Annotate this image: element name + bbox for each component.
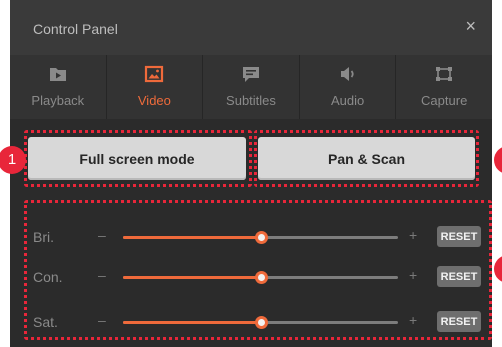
minus-icon[interactable]: – [98, 267, 106, 283]
brightness-reset-button[interactable]: RESET [437, 226, 481, 247]
slider-fill [123, 321, 261, 324]
contrast-reset-button[interactable]: RESET [437, 266, 481, 287]
saturation-row: Sat. – + RESET [33, 308, 489, 336]
slider-fill [123, 276, 261, 279]
speech-bubble-icon [242, 67, 259, 82]
tab-label: Audio [330, 93, 365, 108]
contrast-label: Con. [33, 269, 63, 285]
slider-thumb[interactable] [254, 316, 268, 329]
slider-fill [123, 236, 261, 239]
tab-label: Capture [421, 93, 468, 108]
speaker-icon [340, 67, 354, 81]
tab-audio[interactable]: Audio [298, 55, 396, 119]
contrast-row: Con. – + RESET [33, 263, 489, 291]
brightness-label: Bri. [33, 229, 54, 245]
plus-icon[interactable]: + [409, 227, 417, 243]
tab-label: Subtitles [226, 93, 276, 108]
pan-and-scan-button[interactable]: Pan & Scan [258, 137, 475, 180]
annotation-badge-3: 3 [494, 255, 502, 283]
saturation-slider[interactable] [123, 316, 398, 329]
tab-video[interactable]: Video [105, 55, 203, 119]
plus-icon[interactable]: + [409, 267, 417, 283]
slider-thumb[interactable] [254, 271, 268, 284]
window-title: Control Panel [33, 21, 118, 37]
minus-icon[interactable]: – [98, 312, 106, 328]
full-screen-mode-button[interactable]: Full screen mode [28, 137, 246, 180]
annotation-badge-2: 2 [494, 146, 502, 174]
capture-frame-icon [436, 67, 453, 81]
screenshot-canvas: Control Panel × Playback Video Subtitles… [0, 0, 502, 347]
saturation-reset-button[interactable]: RESET [437, 311, 481, 332]
brightness-slider[interactable] [123, 231, 398, 244]
slider-thumb[interactable] [254, 231, 268, 244]
play-icon [49, 68, 66, 81]
minus-icon[interactable]: – [98, 227, 106, 243]
plus-icon[interactable]: + [409, 312, 417, 328]
tab-capture[interactable]: Capture [395, 55, 492, 119]
tab-subtitles[interactable]: Subtitles [202, 55, 299, 119]
annotation-badge-1: 1 [0, 146, 26, 174]
tab-bar: Playback Video Subtitles Audio Capture [10, 55, 492, 119]
contrast-slider[interactable] [123, 271, 398, 284]
image-icon [145, 65, 164, 83]
title-bar[interactable]: Control Panel × [10, 0, 492, 55]
control-panel-window: Control Panel × Playback Video Subtitles… [0, 0, 502, 347]
brightness-row: Bri. – + RESET [33, 223, 489, 251]
tab-label: Video [137, 93, 171, 108]
saturation-label: Sat. [33, 314, 58, 330]
close-icon[interactable]: × [465, 17, 476, 35]
tab-playback[interactable]: Playback [10, 55, 106, 119]
tab-label: Playback [31, 93, 85, 108]
